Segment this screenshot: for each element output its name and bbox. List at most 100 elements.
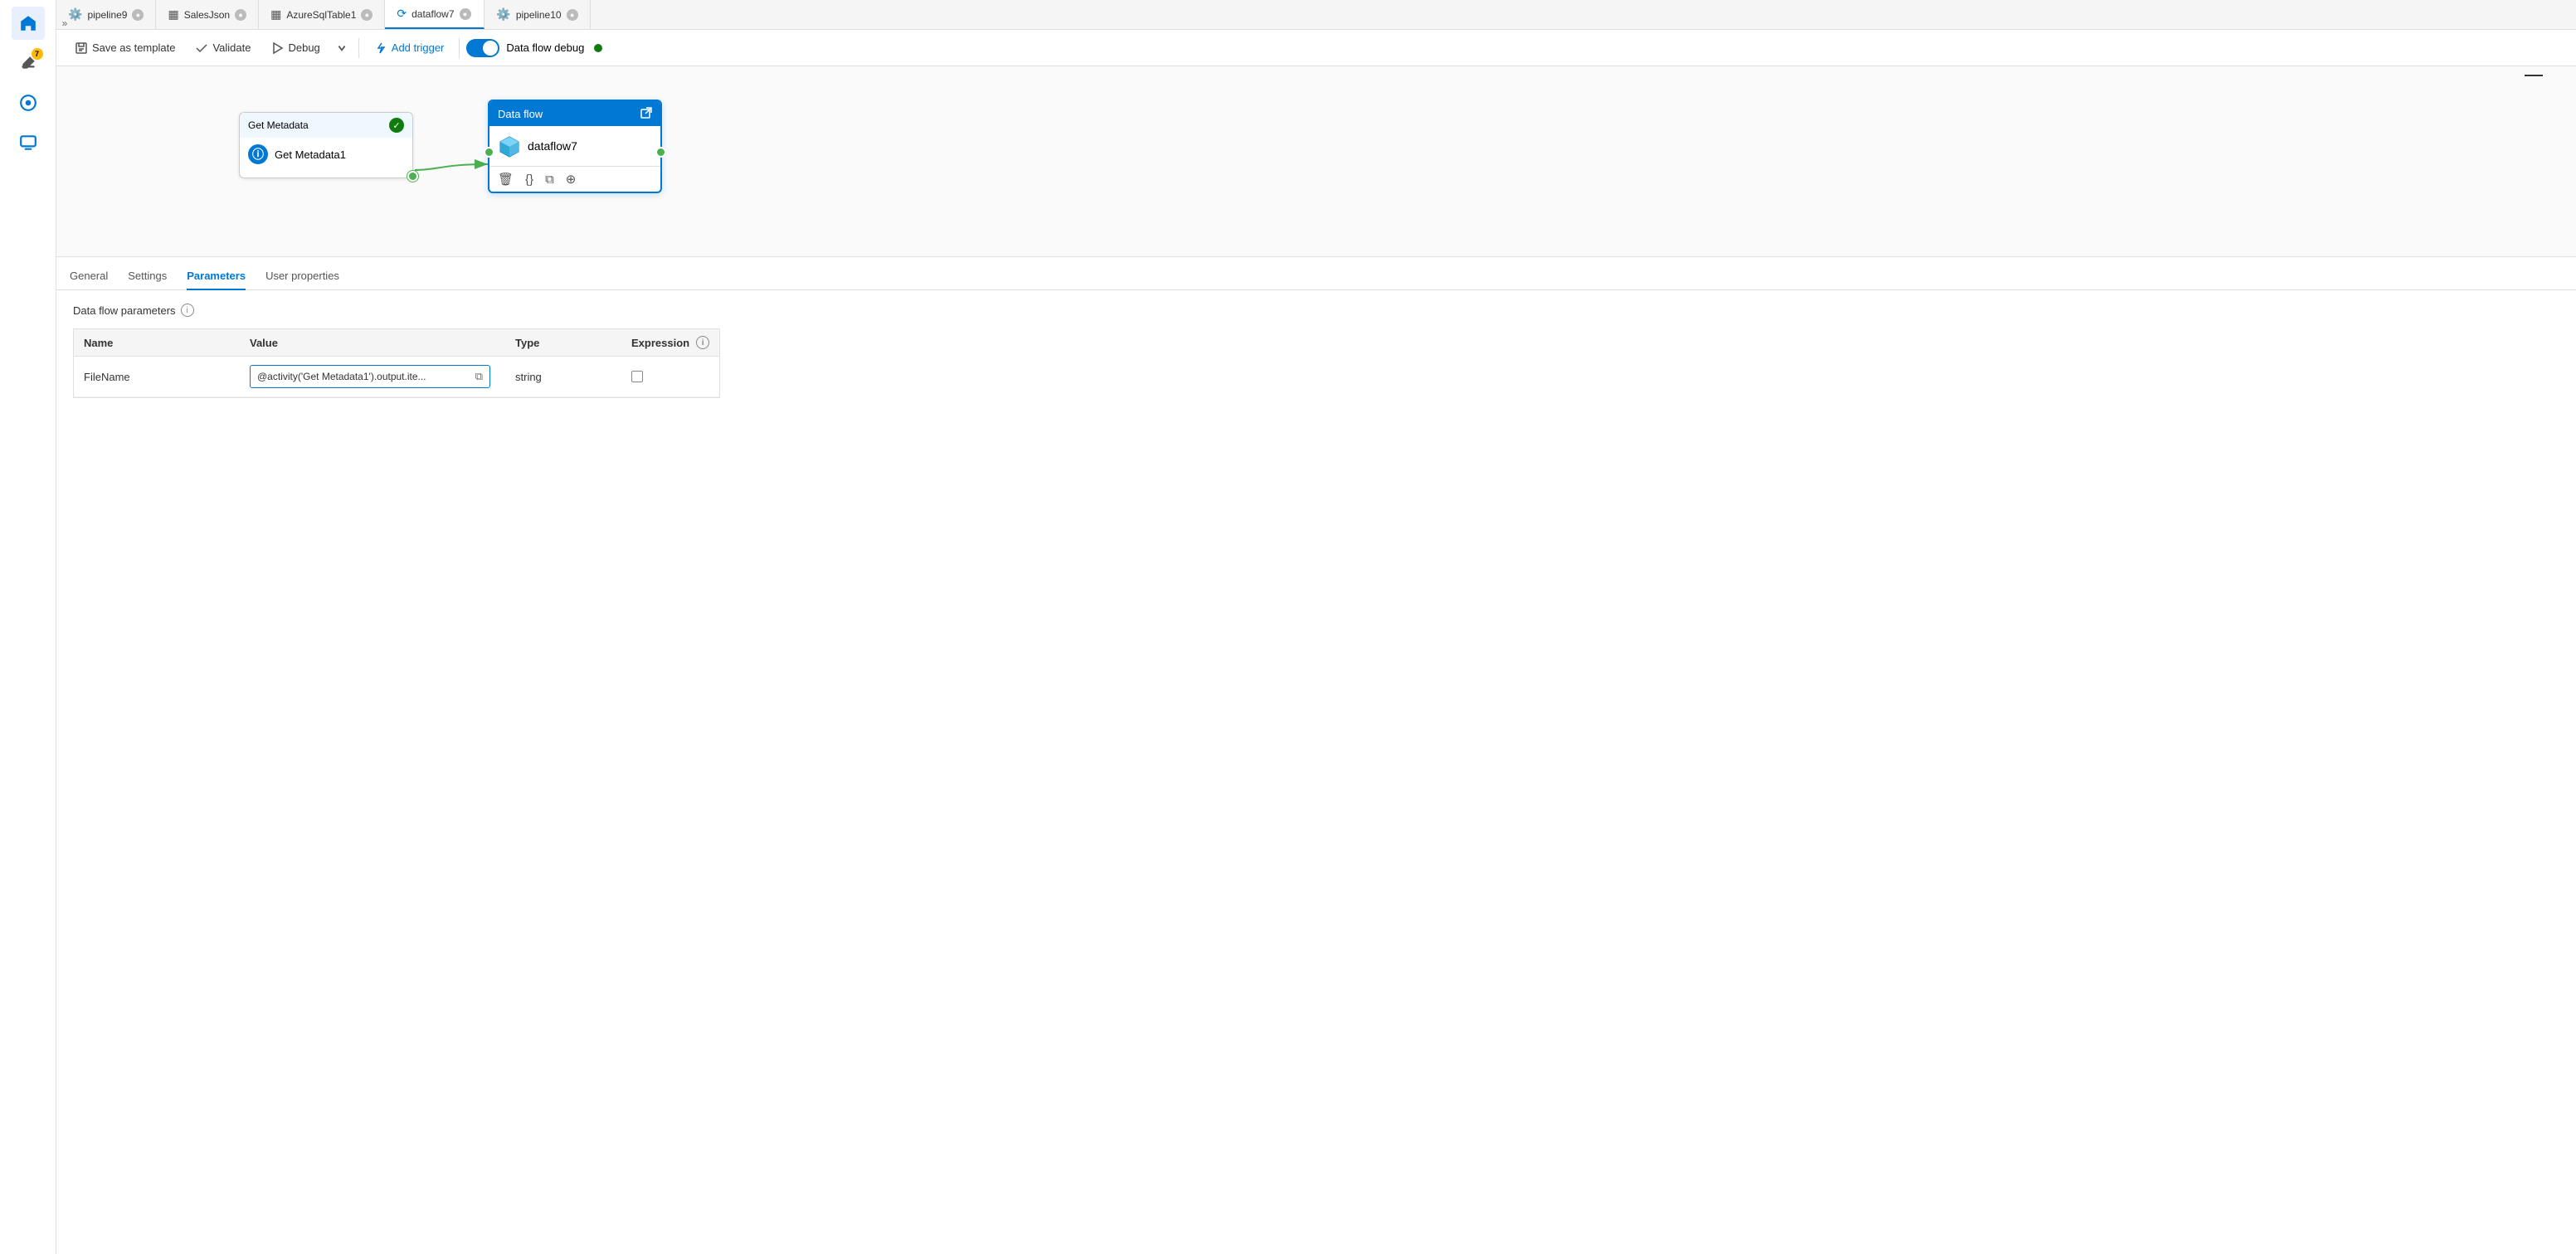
sidebar: 7 [0,0,56,1254]
node-dataflow-title: Data flow [498,108,543,120]
salesjson-icon: ▦ [168,7,178,22]
node-get-metadata-name: Get Metadata1 [275,148,346,161]
params-table: Name Value Type Expression i [73,328,720,398]
sidebar-item-monitor[interactable] [12,86,45,119]
toggle-switch-control[interactable] [466,39,499,57]
tab-dataflow7[interactable]: ⟳ dataflow7 ● [385,0,485,29]
node-get-metadata-header: Get Metadata ✓ [240,113,412,138]
tab-azuresql-close[interactable]: ● [361,9,373,21]
tab-bar: ⚙️ pipeline9 ● ▦ SalesJson ● ▦ AzureSqlT… [56,0,2576,30]
get-metadata-right-port [407,171,418,182]
node-dataflow-header: Data flow [489,101,660,126]
cell-filename-expression[interactable] [621,357,721,396]
debug-label: Debug [288,41,319,54]
expression-checkbox[interactable] [631,371,643,382]
debug-button[interactable]: Debug [262,37,328,59]
node-dataflow-footer: 🗑 {} ⧉ ⊕ [489,166,660,192]
sidebar-collapse-btn[interactable]: » [56,7,73,40]
dataflow-delete-btn[interactable]: 🗑 [498,172,514,187]
tab-salesjson-label: SalesJson [184,9,230,21]
data-flow-params-label: Data flow parameters i [73,304,2559,317]
tab-salesjson-close[interactable]: ● [235,9,246,21]
toolbar-divider [358,38,359,58]
tab-pipeline10-close[interactable]: ● [567,9,578,21]
cell-filename-value[interactable]: @activity('Get Metadata1').output.ite...… [240,357,505,396]
sidebar-item-manage[interactable] [12,126,45,159]
external-link-icon[interactable] [639,107,652,120]
add-trigger-button[interactable]: Add trigger [366,37,453,59]
value-input-field[interactable]: @activity('Get Metadata1').output.ite...… [250,365,490,388]
pipeline10-icon: ⚙️ [496,7,510,22]
lightning-icon [374,41,387,55]
dataflow-code-btn[interactable]: {} [525,173,533,187]
tab-general-label: General [70,270,108,282]
sidebar-item-home[interactable] [12,7,45,40]
tab-azuresql[interactable]: ▦ AzureSqlTable1 ● [259,0,385,29]
azuresql-icon: ▦ [270,7,281,22]
save-as-template-button[interactable]: Save as template [66,37,183,59]
tab-general[interactable]: General [70,263,108,290]
col-value-header: Value [240,329,505,356]
debug-dropdown-button[interactable] [332,39,352,57]
validate-label: Validate [212,41,251,54]
tab-pipeline10[interactable]: ⚙️ pipeline10 ● [485,0,590,29]
dataflow-left-port [484,147,494,158]
tab-user-properties[interactable]: User properties [265,263,339,290]
dataflow-cube-icon [498,134,521,158]
tab-settings-label: Settings [128,270,167,282]
cell-filename-name: FileName [74,357,240,396]
tab-settings[interactable]: Settings [128,263,167,290]
value-input-expression-icon[interactable]: ⧉ [475,370,483,383]
tab-pipeline9-close[interactable]: ● [132,9,144,21]
node-dataflow-name: dataflow7 [528,139,577,153]
debug-icon [270,41,284,55]
toggle-knob [483,41,498,56]
data-flow-debug-label: Data flow debug [506,41,584,54]
col-expression-header: Expression i [621,329,721,356]
table-row: FileName @activity('Get Metadata1').outp… [74,357,719,397]
save-template-icon [75,41,88,55]
tab-user-properties-label: User properties [265,270,339,282]
save-template-label: Save as template [92,41,175,54]
toolbar-divider2 [459,38,460,58]
tab-salesjson[interactable]: ▦ SalesJson ● [156,0,259,29]
toolbar: Save as template Validate Debug Add trig… [56,30,2576,66]
node-get-metadata[interactable]: Get Metadata ✓ ⓘ Get Metadata1 [239,112,413,178]
canvas-minimize-line [2525,75,2543,76]
tab-azuresql-label: AzureSqlTable1 [286,9,356,21]
tab-parameters-label: Parameters [187,270,246,282]
metadata-info-icon: ⓘ [248,144,268,164]
pipeline-canvas[interactable]: Get Metadata ✓ ⓘ Get Metadata1 Data flow [56,66,2576,257]
node-success-check: ✓ [389,118,404,133]
dataflow-clone-btn[interactable]: ⧉ [545,173,554,187]
validate-icon [195,41,208,55]
params-table-header: Name Value Type Expression i [74,329,719,357]
value-input-text: @activity('Get Metadata1').output.ite... [257,371,472,382]
dataflow-right-port [655,147,666,158]
sidebar-item-edit[interactable]: 7 [12,46,45,80]
dataflow7-icon: ⟳ [397,7,407,21]
node-dataflow-body: dataflow7 [489,126,660,166]
canvas-connections [56,66,2576,256]
tab-dataflow7-close[interactable]: ● [460,8,471,20]
expression-info-icon: i [696,336,709,349]
validate-button[interactable]: Validate [187,37,259,59]
tab-pipeline9-label: pipeline9 [87,9,127,21]
section-info-icon: i [181,304,194,317]
node-get-metadata-title: Get Metadata [248,119,309,131]
chevron-down-icon [337,43,347,53]
panel-parameters-content: Data flow parameters i Name Value Type [56,290,2576,411]
dataflow-connect-btn[interactable]: ⊕ [566,172,577,187]
debug-status-dot [594,44,602,52]
add-trigger-label: Add trigger [392,41,445,54]
panel-tab-bar: General Settings Parameters User propert… [56,257,2576,290]
main-content: ⚙️ pipeline9 ● ▦ SalesJson ● ▦ AzureSqlT… [56,0,2576,1254]
tab-pipeline10-label: pipeline10 [516,9,562,21]
data-flow-debug-toggle[interactable]: Data flow debug [466,39,602,57]
col-type-header: Type [505,329,621,356]
edit-badge: 7 [32,48,43,60]
node-get-metadata-body: ⓘ Get Metadata1 [240,138,412,171]
tab-parameters[interactable]: Parameters [187,263,246,290]
col-name-header: Name [74,329,240,356]
node-dataflow[interactable]: Data flow dataflow7 🗑 {} [488,100,662,193]
